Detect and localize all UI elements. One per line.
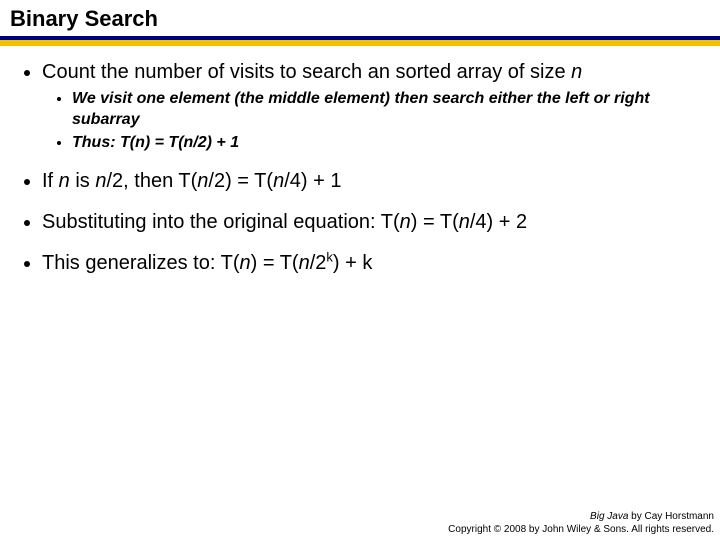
var-n: n: [95, 170, 106, 192]
b3-b: ) = T(: [411, 211, 459, 233]
var-n: n: [197, 170, 208, 192]
b2-a: If: [42, 170, 59, 192]
b4-b: ) = T(: [251, 252, 299, 274]
sub-bullet-2: Thus: T(n) = T(n/2) + 1: [72, 133, 702, 154]
b3-c: /4) + 2: [470, 211, 527, 233]
bullet-4: This generalizes to: T(n) = T(n/2k) + k: [42, 251, 702, 276]
footer-line-2: Copyright © 2008 by John Wiley & Sons. A…: [448, 524, 714, 537]
sub-bullet-list: We visit one element (the middle element…: [42, 89, 702, 153]
bullet-1-text: Count the number of visits to search an …: [42, 61, 571, 83]
book-title: Big Java: [590, 511, 628, 522]
content-area: Count the number of visits to search an …: [0, 46, 720, 276]
slide: Binary Search Count the number of visits…: [0, 0, 720, 540]
var-n: n: [299, 252, 310, 274]
b4-a: This generalizes to: T(: [42, 252, 240, 274]
bullet-list: Count the number of visits to search an …: [18, 60, 702, 276]
title-block: Binary Search: [0, 0, 720, 34]
b2-c: /2, then T(: [106, 170, 197, 192]
sub-bullet-1: We visit one element (the middle element…: [72, 89, 702, 131]
b3-a: Substituting into the original equation:…: [42, 211, 400, 233]
footer: Big Java by Cay Horstmann Copyright © 20…: [448, 511, 714, 536]
author: by Cay Horstmann: [628, 511, 714, 522]
b4-d: ) + k: [333, 252, 372, 274]
footer-line-1: Big Java by Cay Horstmann: [448, 511, 714, 524]
bullet-2: If n is n/2, then T(n/2) = T(n/4) + 1: [42, 169, 702, 194]
bullet-1: Count the number of visits to search an …: [42, 60, 702, 153]
var-n: n: [459, 211, 470, 233]
var-n: n: [240, 252, 251, 274]
b2-b: is: [70, 170, 96, 192]
var-n: n: [571, 61, 582, 83]
bullet-3: Substituting into the original equation:…: [42, 210, 702, 235]
b2-d: /2) = T(: [208, 170, 273, 192]
b2-e: /4) + 1: [284, 170, 341, 192]
var-n: n: [59, 170, 70, 192]
var-n: n: [400, 211, 411, 233]
slide-title: Binary Search: [10, 6, 710, 32]
b4-c: /2: [310, 252, 327, 274]
var-n: n: [273, 170, 284, 192]
